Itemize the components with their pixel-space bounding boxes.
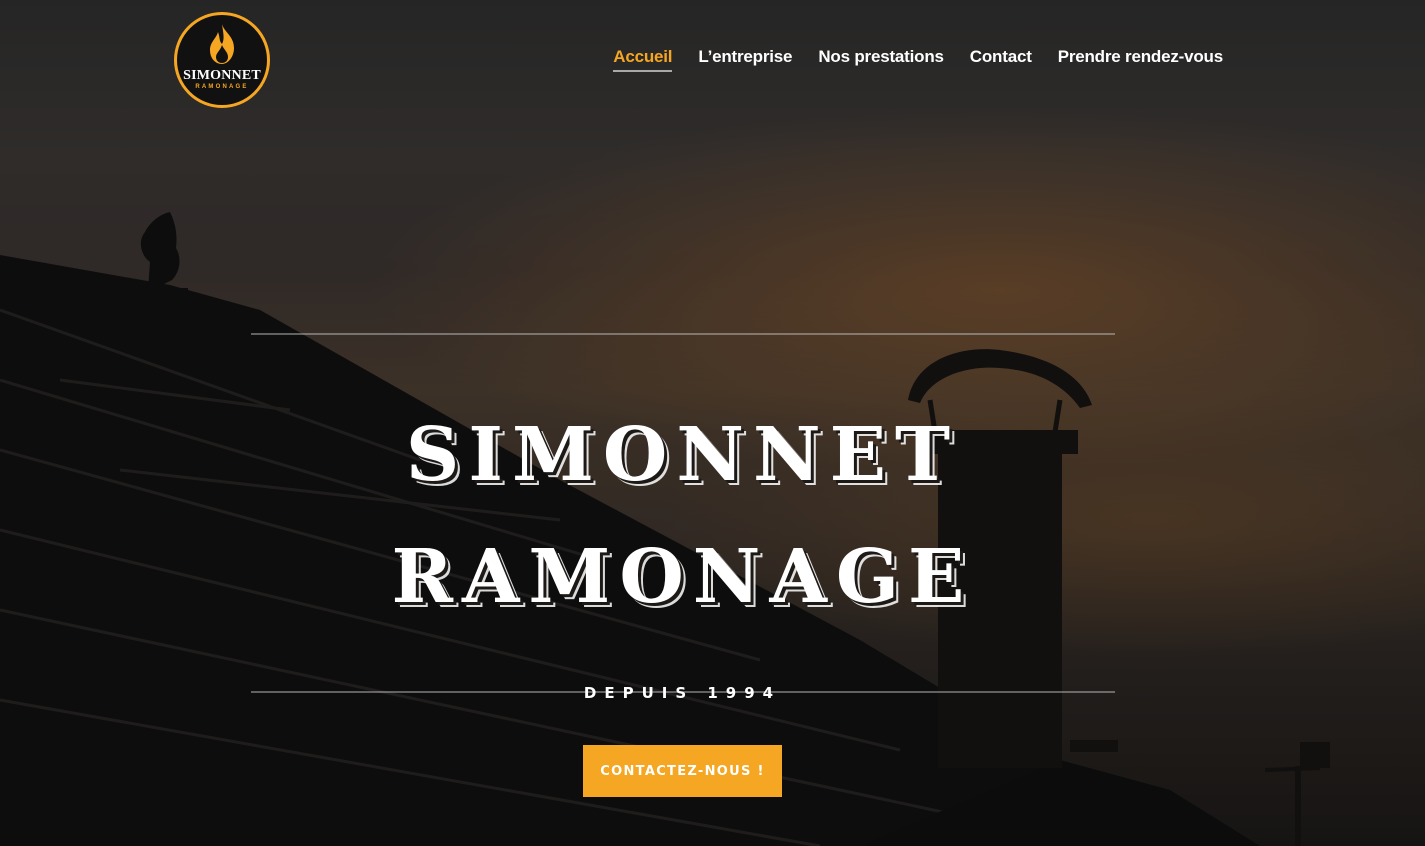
hero-title-line2: RAMONAGE [391,534,974,620]
contact-us-button[interactable]: CONTACTEZ-NOUS ! [583,745,782,797]
nav-item-accueil[interactable]: Accueil [613,47,673,72]
hero-top-divider [251,333,1115,335]
nav-item-contact[interactable]: Contact [970,47,1032,72]
nav-item-prestations[interactable]: Nos prestations [818,47,944,72]
hero-since: DEPUIS 1994 [0,684,1365,703]
main-navigation: Accueil L’entreprise Nos prestations Con… [587,47,1223,72]
nav-item-entreprise[interactable]: L’entreprise [698,47,792,72]
logo-subtitle: RAMONAGE [195,84,249,90]
since-text: DEPUIS 1994 [583,684,782,702]
site-logo[interactable]: SIMONNET RAMONAGE [174,12,270,108]
logo-wordmark: SIMONNET [183,68,261,83]
nav-item-rendez-vous[interactable]: Prendre rendez-vous [1058,47,1224,72]
flame-icon [210,24,234,64]
hero-title-line1: SIMONNET [405,412,960,498]
